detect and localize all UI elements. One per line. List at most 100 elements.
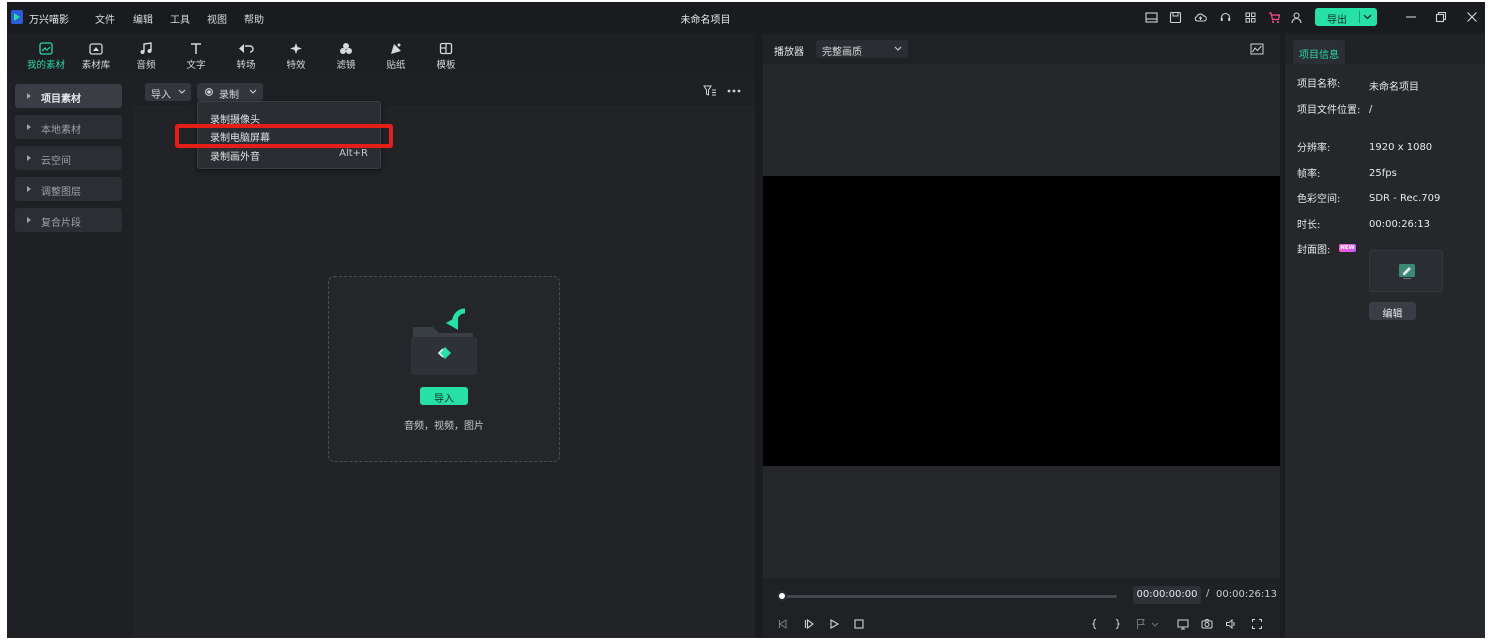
my-media-icon	[39, 42, 53, 55]
tool-transition[interactable]: 转场	[221, 40, 271, 72]
tool-stock-media[interactable]: 素材库	[71, 40, 121, 72]
cart-icon[interactable]	[1268, 11, 1281, 24]
expand-arrow-icon	[27, 93, 31, 99]
snapshot-camera-icon[interactable]	[1201, 618, 1213, 630]
tool-label: 滤镜	[336, 60, 356, 71]
playback-controls: 00:00:00:00 / 00:00:26:13	[763, 578, 1280, 638]
drop-zone-hint: 音频，视频，图片	[404, 421, 484, 432]
layout-icon[interactable]	[1145, 11, 1158, 24]
current-timecode[interactable]: 00:00:00:00	[1133, 586, 1201, 604]
export-label: 导出	[1327, 15, 1347, 26]
export-button[interactable]: 导出	[1315, 8, 1377, 26]
tool-sticker[interactable]: 贴纸	[371, 40, 421, 72]
fullscreen-icon[interactable]	[1251, 618, 1263, 630]
info-value-duration: 00:00:26:13	[1369, 219, 1431, 230]
cover-image-icon	[1399, 264, 1415, 279]
tool-label: 特效	[286, 60, 306, 71]
tool-label: 文字	[186, 60, 206, 71]
info-value-project-name: 未命名项目	[1369, 82, 1419, 93]
chevron-down-icon[interactable]	[1363, 14, 1372, 20]
previous-frame-icon[interactable]	[777, 618, 789, 630]
info-label-duration: 时长:	[1297, 220, 1321, 231]
tool-template[interactable]: 模板	[421, 40, 471, 72]
info-label-file-location: 项目文件位置:	[1297, 105, 1361, 116]
stock-media-icon	[89, 43, 103, 55]
sidebar-item-label: 本地素材	[41, 125, 81, 136]
player-panel: 播放器 完整画质 00:00:00:00 / 00:00:26:13	[763, 34, 1280, 638]
video-preview[interactable]	[763, 176, 1280, 466]
save-icon[interactable]	[1169, 11, 1182, 24]
info-value-frame-rate: 25fps	[1369, 168, 1397, 179]
chevron-down-icon[interactable]	[1151, 618, 1159, 630]
new-badge: NEW	[1339, 244, 1356, 252]
sidebar-item-adjustment-layer[interactable]: 调整图层	[15, 177, 122, 201]
marker-flag-icon[interactable]	[1135, 618, 1147, 630]
cover-thumbnail[interactable]	[1369, 250, 1443, 292]
info-label-project-name: 项目名称:	[1297, 79, 1341, 90]
tool-audio[interactable]: 音频	[121, 40, 171, 72]
progress-track[interactable]	[781, 595, 1117, 598]
library-sidebar: 项目素材 本地素材 云空间 调整图层 复合片段	[7, 76, 133, 638]
headset-support-icon[interactable]	[1219, 11, 1232, 24]
filter-sort-icon[interactable]	[703, 85, 717, 97]
import-dropdown-button[interactable]: 导入	[145, 83, 191, 101]
info-value-resolution: 1920 x 1080	[1369, 142, 1433, 153]
sidebar-item-cloud-space[interactable]: 云空间	[15, 146, 122, 170]
play-frame-icon[interactable]	[803, 618, 815, 630]
mark-out-icon[interactable]	[1111, 618, 1123, 630]
volume-icon[interactable]	[1225, 618, 1237, 630]
expand-arrow-icon	[27, 155, 31, 161]
sidebar-item-label: 复合片段	[41, 218, 81, 229]
import-media-button[interactable]: 导入	[420, 387, 468, 405]
player-label: 播放器	[774, 47, 804, 58]
stop-icon[interactable]	[853, 618, 865, 630]
media-drop-zone[interactable]: 导入 音频，视频，图片	[328, 276, 560, 462]
minimize-icon[interactable]	[1405, 11, 1417, 23]
tool-filter[interactable]: 滤镜	[321, 40, 371, 72]
edit-cover-button[interactable]: 编辑	[1369, 302, 1416, 320]
total-timecode: 00:00:26:13	[1216, 589, 1278, 600]
media-toolbar: 我的素材 素材库 音频 文字 转场 特效 滤镜 贴纸 模板	[7, 34, 755, 76]
sidebar-item-project-media[interactable]: 项目素材	[15, 84, 122, 108]
display-monitor-icon[interactable]	[1177, 618, 1189, 630]
info-label-frame-rate: 帧率:	[1297, 169, 1321, 180]
tool-label: 音频	[136, 60, 156, 71]
scope-chart-icon[interactable]	[1250, 43, 1264, 55]
sidebar-item-compound-clip[interactable]: 复合片段	[15, 208, 122, 232]
tool-effects[interactable]: 特效	[271, 40, 321, 72]
filter-circles-icon	[340, 43, 352, 54]
media-content-area: 导入 录制 录制摄像头 录制电脑屏幕 录制画外音 Alt+R 导入 音频，视频，…	[133, 76, 755, 638]
record-label: 录制	[219, 90, 239, 101]
play-icon[interactable]	[828, 618, 840, 630]
import-folder-icon	[411, 308, 477, 375]
quality-select[interactable]: 完整画质	[816, 40, 908, 58]
tab-project-info[interactable]: 项目信息	[1293, 40, 1345, 64]
sidebar-item-local-media[interactable]: 本地素材	[15, 115, 122, 139]
expand-arrow-icon	[27, 186, 31, 192]
player-header: 播放器 完整画质	[763, 34, 1280, 64]
close-icon[interactable]	[1466, 11, 1478, 23]
quality-value: 完整画质	[822, 47, 862, 58]
progress-knob[interactable]	[777, 591, 787, 601]
info-label-resolution: 分辨率:	[1297, 143, 1331, 154]
more-options-icon[interactable]	[727, 89, 741, 93]
apps-grid-icon[interactable]	[1244, 11, 1257, 24]
chevron-down-icon	[249, 89, 257, 94]
music-note-icon	[140, 42, 152, 54]
mark-in-icon[interactable]	[1089, 618, 1101, 630]
effects-sparkle-icon	[290, 43, 302, 54]
cloud-icon[interactable]	[1194, 11, 1207, 24]
sidebar-item-label: 项目素材	[41, 94, 81, 105]
menu-item-label: 录制画外音	[210, 152, 260, 163]
tool-my-media[interactable]: 我的素材	[21, 40, 71, 72]
restore-icon[interactable]	[1435, 11, 1447, 23]
text-t-icon	[191, 43, 201, 54]
tool-text[interactable]: 文字	[171, 40, 221, 72]
record-dot-icon	[205, 88, 213, 96]
record-dropdown-button[interactable]: 录制	[197, 83, 263, 101]
title-bar: 万兴喵影 文件 编辑 工具 视图 帮助 未命名项目 导出	[7, 2, 1485, 32]
user-account-icon[interactable]	[1290, 11, 1303, 24]
app-window: 万兴喵影 文件 编辑 工具 视图 帮助 未命名项目 导出 我的素材 素材库 音频…	[7, 2, 1485, 638]
tool-label: 模板	[436, 60, 456, 71]
project-info-body: 项目名称: 未命名项目 项目文件位置: / 分辨率: 1920 x 1080 帧…	[1285, 64, 1485, 638]
